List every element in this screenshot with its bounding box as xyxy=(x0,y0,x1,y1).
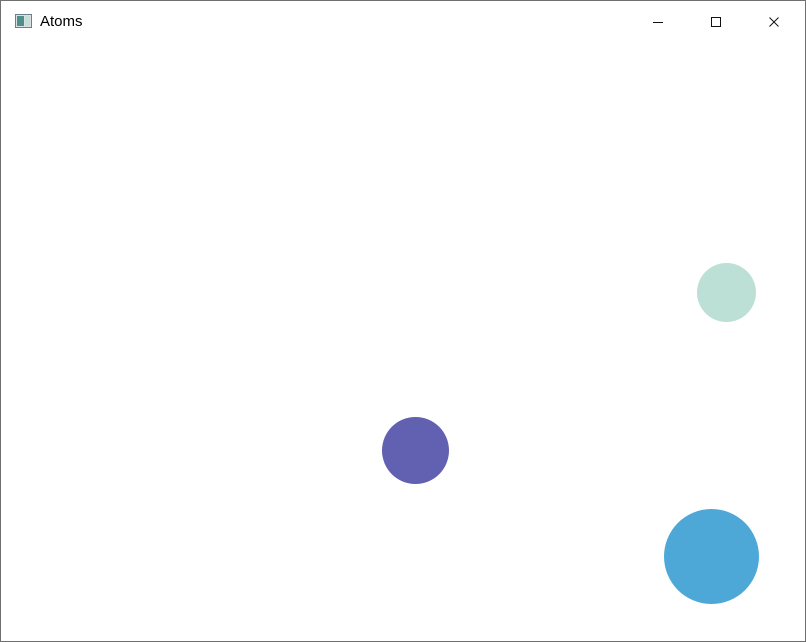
atom-purple xyxy=(382,417,449,484)
close-button[interactable] xyxy=(745,1,803,43)
minimize-button[interactable] xyxy=(629,1,687,43)
atom-mint xyxy=(697,263,756,322)
title-bar[interactable]: Atoms xyxy=(1,1,805,43)
app-icon-left-pane xyxy=(17,16,24,26)
app-window: Atoms xyxy=(0,0,806,642)
atom-canvas[interactable] xyxy=(1,43,805,641)
close-icon xyxy=(769,17,779,27)
window-title: Atoms xyxy=(40,13,83,30)
maximize-icon xyxy=(711,17,721,27)
app-icon xyxy=(15,14,32,28)
maximize-button[interactable] xyxy=(687,1,745,43)
app-icon-right-pane xyxy=(25,16,30,26)
atom-blue xyxy=(664,509,759,604)
minimize-icon xyxy=(653,22,663,23)
